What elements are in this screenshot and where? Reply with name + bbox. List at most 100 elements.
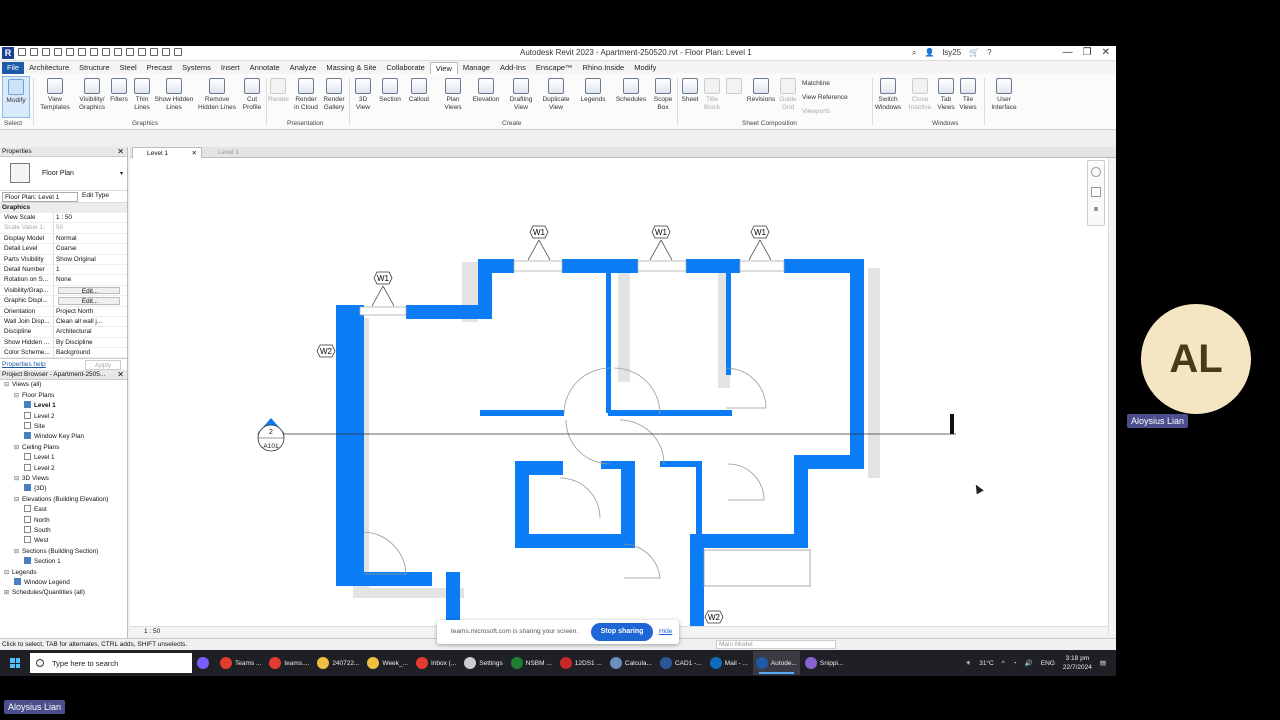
window-tag[interactable]: W1 [373, 271, 393, 285]
browser-item[interactable]: ⊟ Legends [0, 568, 127, 578]
windows-start-icon[interactable] [10, 658, 20, 668]
drawing-canvas[interactable]: 2 A101 W1 W1 W1 W1 W2 W2 [130, 158, 1108, 652]
elevation-button[interactable]: Elevation [470, 78, 502, 104]
close-hidden-icon[interactable] [162, 48, 170, 56]
browser-item[interactable]: ⊟ 3D Views [0, 474, 127, 484]
vertical-scrollbar[interactable] [1108, 158, 1116, 634]
taskbar-app[interactable]: Autode... [752, 651, 800, 675]
property-value[interactable]: 50 [54, 223, 116, 232]
property-row[interactable]: Color Scheme... Background [0, 348, 127, 359]
tab-view[interactable]: View [429, 62, 458, 74]
browser-item[interactable]: Level 2 [0, 463, 127, 474]
taskbar-app[interactable]: 12DS1 ... [557, 651, 605, 675]
browser-item[interactable]: West [0, 536, 127, 546]
view-reference-button[interactable]: View Reference [802, 94, 848, 101]
stop-sharing-button[interactable]: Stop sharing [591, 623, 653, 641]
dimension-icon[interactable] [102, 48, 110, 56]
doc-tab-level-1[interactable]: Level 1 ✕ [132, 147, 202, 158]
close-inactive-button[interactable]: Close Inactive [906, 78, 934, 112]
property-value[interactable]: Clean all wall j... [54, 317, 116, 326]
browser-item[interactable]: ⊟ Elevations (Building Elevation) [0, 495, 127, 505]
property-row[interactable]: Parts Visibility Show Original [0, 254, 127, 265]
tab-architecture[interactable]: Architecture [24, 62, 74, 74]
property-row[interactable]: Display Model Normal [0, 233, 127, 245]
zoom-icon[interactable] [1091, 187, 1101, 197]
viewports-button[interactable]: Viewports [802, 108, 830, 115]
property-row[interactable]: Rotation on S... None [0, 275, 127, 286]
measure-icon[interactable] [90, 48, 98, 56]
schedules-button[interactable]: Schedules [614, 78, 648, 104]
sync-icon[interactable] [42, 48, 50, 56]
section-button[interactable]: Section [377, 78, 403, 104]
property-value[interactable]: 1 [54, 265, 116, 274]
show-hidden-lines-button[interactable]: Show Hidden Lines [154, 78, 194, 112]
browser-item[interactable]: Window Legend [0, 577, 127, 588]
user-interface-button[interactable]: User Interface [988, 78, 1020, 112]
visibility-graphics-button[interactable]: Visibility/ Graphics [76, 78, 108, 112]
sheet-button[interactable]: Sheet [680, 78, 700, 104]
taskbar-app[interactable]: CAD1 -... [657, 651, 705, 675]
print-icon[interactable] [78, 48, 86, 56]
browser-item[interactable]: Section 1 [0, 557, 127, 567]
edit-button[interactable]: Edit... [58, 297, 120, 305]
property-row[interactable]: Detail Number 1 [0, 264, 127, 276]
view-templates-button[interactable]: View Templates [38, 78, 72, 112]
browser-item[interactable]: ⊟ Floor Plans [0, 391, 127, 401]
property-row[interactable]: Scale Value 1: 50 [0, 223, 127, 234]
tab-add-ins[interactable]: Add-Ins [495, 62, 531, 74]
drafting-view-button[interactable]: Drafting View [506, 78, 536, 112]
restore-icon[interactable]: ❐ [1083, 47, 1092, 58]
expand-toggle-icon[interactable]: ⊞ [4, 588, 12, 598]
legends-button[interactable]: Legends [578, 78, 608, 104]
title-block-alt-button[interactable] [724, 78, 744, 96]
window-tag[interactable]: W1 [529, 225, 549, 239]
switch-windows-button[interactable]: Switch Windows [874, 78, 902, 112]
taskbar-app[interactable]: Calcula... [607, 651, 655, 675]
expand-toggle-icon[interactable]: ⊟ [4, 380, 12, 390]
view-scale[interactable]: 1 : 50 [144, 627, 160, 636]
section-end-marker[interactable] [950, 414, 954, 434]
tile-views-button[interactable]: Tile Views [958, 78, 978, 112]
tab-views-button[interactable]: Tab Views [936, 78, 956, 112]
tab-file[interactable]: File [2, 62, 25, 74]
browser-item[interactable]: ⊟ Views (all) [0, 380, 127, 390]
revit-app-icon[interactable]: R [2, 47, 14, 59]
property-value[interactable]: Architectural [54, 327, 116, 336]
network-icon[interactable]: ◔ [1013, 660, 1017, 667]
property-value[interactable]: Background [54, 348, 116, 357]
matchline-button[interactable]: Matchline [802, 80, 830, 87]
minimize-icon[interactable]: — [1063, 47, 1073, 58]
tab-systems[interactable]: Systems [177, 62, 216, 74]
tab-annotate[interactable]: Annotate [245, 62, 285, 74]
revisions-button[interactable]: Revisions [746, 78, 776, 104]
browser-item[interactable]: Window Key Plan [0, 432, 127, 442]
tab-modify[interactable]: Modify [629, 62, 661, 74]
property-value[interactable]: By Discipline [54, 338, 116, 347]
remove-hidden-lines-button[interactable]: Remove Hidden Lines [196, 78, 238, 112]
browser-item[interactable]: South [0, 525, 127, 536]
text-icon[interactable] [126, 48, 134, 56]
section-icon[interactable] [150, 48, 158, 56]
property-value[interactable]: 1 : 50 [54, 213, 116, 222]
property-row[interactable]: Graphic Displ... Edit... [0, 296, 127, 307]
property-row[interactable]: Orientation Project North [0, 306, 127, 317]
language-indicator[interactable]: ENG [1041, 660, 1055, 667]
edit-type-button[interactable]: Edit Type [82, 192, 109, 199]
expand-toggle-icon[interactable]: ⊟ [14, 443, 22, 453]
active-model-select[interactable]: Main Model [716, 640, 836, 649]
notifications-icon[interactable]: ▤ [1100, 659, 1106, 667]
tab-structure[interactable]: Structure [74, 62, 114, 74]
callout-button[interactable]: Callout [406, 78, 432, 104]
tab-massing-site[interactable]: Massing & Site [321, 62, 381, 74]
render-gallery-button[interactable]: Render Gallery [321, 78, 347, 112]
user-icon[interactable]: 👤 [924, 48, 934, 58]
expand-toggle-icon[interactable]: ⊟ [14, 391, 22, 401]
graphics-group[interactable]: Graphics [0, 203, 127, 213]
browser-item[interactable]: North [0, 515, 127, 526]
redo-icon[interactable] [66, 48, 74, 56]
property-value[interactable]: None [54, 275, 116, 284]
tab-manage[interactable]: Manage [458, 62, 495, 74]
property-value[interactable]: Show Original [54, 255, 116, 264]
property-value[interactable]: Coarse [54, 244, 116, 253]
expand-toggle-icon[interactable]: ⊟ [14, 474, 22, 484]
